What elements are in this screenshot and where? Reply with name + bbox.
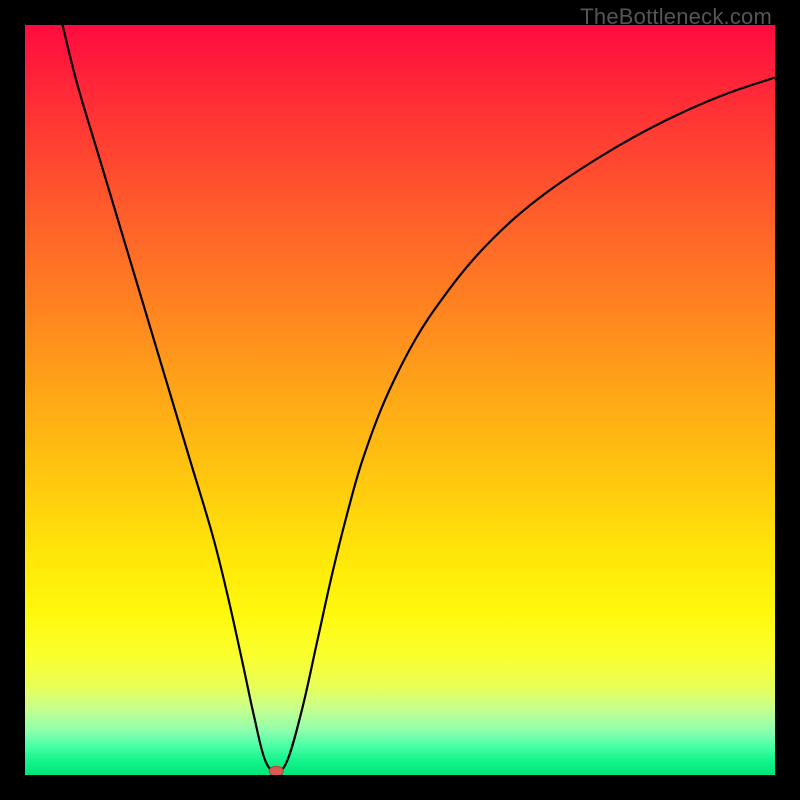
chart-frame: TheBottleneck.com xyxy=(0,0,800,800)
curve-layer xyxy=(25,25,775,775)
watermark-text: TheBottleneck.com xyxy=(580,4,772,30)
plot-area xyxy=(25,25,775,775)
bottleneck-curve-line xyxy=(63,25,776,771)
minimum-marker xyxy=(269,766,283,775)
